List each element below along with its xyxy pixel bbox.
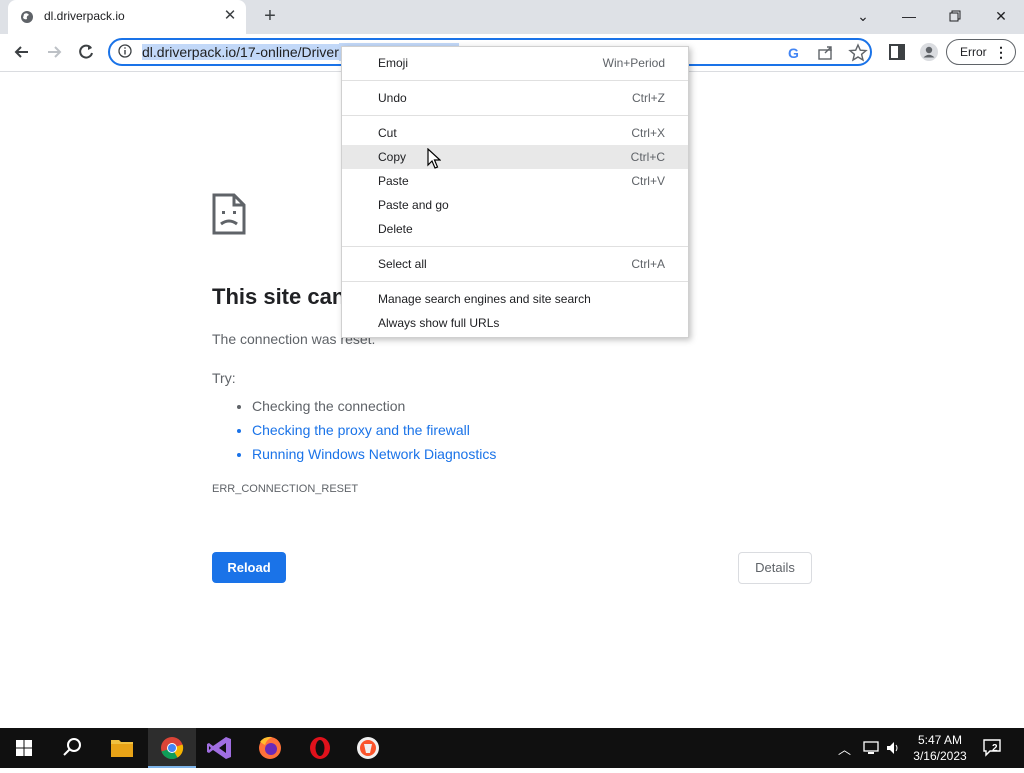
profile-avatar-icon[interactable]: [918, 41, 940, 63]
error-code: ERR_CONNECTION_RESET: [212, 483, 359, 495]
clock-time: 5:47 AM: [917, 733, 963, 747]
details-button[interactable]: Details: [738, 552, 812, 584]
bookmark-star-icon[interactable]: [848, 43, 868, 63]
restore-button[interactable]: [941, 4, 969, 28]
menu-separator: [342, 246, 688, 247]
taskbar-file-explorer[interactable]: [98, 728, 146, 768]
taskbar-firefox[interactable]: [246, 728, 294, 768]
taskbar-search-button[interactable]: [48, 728, 96, 768]
brave-icon: [357, 737, 379, 759]
menu-item-undo[interactable]: Undo Ctrl+Z: [342, 86, 688, 110]
mouse-cursor-icon: [427, 148, 441, 169]
browser-tab[interactable]: dl.driverpack.io ✕: [8, 0, 246, 34]
opera-icon: [310, 737, 330, 759]
menu-item-emoji[interactable]: Emoji Win+Period: [342, 51, 688, 75]
taskbar-opera[interactable]: [296, 728, 344, 768]
close-window-button[interactable]: ✕: [987, 4, 1015, 28]
visual-studio-icon: [207, 737, 231, 759]
taskbar-brave[interactable]: [344, 728, 392, 768]
file-explorer-icon: [111, 740, 133, 757]
globe-icon: [21, 11, 33, 23]
notification-center-button[interactable]: 2: [982, 738, 1004, 758]
page-heading: This site can: [212, 284, 346, 309]
show-hidden-icons-chevron-icon[interactable]: ︿: [838, 739, 856, 757]
menu-item-manage-search-engines[interactable]: Manage search engines and site search: [342, 287, 688, 311]
clock-date: 3/16/2023: [913, 749, 967, 763]
menu-item-copy[interactable]: Copy Ctrl+C: [342, 145, 688, 169]
firefox-icon: [259, 736, 281, 759]
error-label: Error: [960, 45, 987, 59]
taskbar: ︿ 5:47 AM 3/16/2023 2: [0, 728, 1024, 768]
context-menu: Emoji Win+Period Undo Ctrl+Z Cut Ctrl+X …: [341, 46, 689, 338]
menu-item-paste[interactable]: Paste Ctrl+V: [342, 169, 688, 193]
chrome-icon: [161, 737, 184, 760]
kebab-menu-icon: ⋮: [994, 44, 1008, 60]
search-icon: [63, 738, 81, 756]
suggestion-link[interactable]: Running Windows Network Diagnostics: [252, 442, 496, 466]
reload-button[interactable]: Reload: [212, 552, 286, 583]
start-button[interactable]: [0, 728, 48, 768]
minimize-button[interactable]: —: [895, 4, 923, 28]
sad-page-icon: [212, 193, 246, 235]
suggestion-link[interactable]: Checking the proxy and the firewall: [252, 418, 496, 442]
google-lens-icon[interactable]: G: [784, 43, 804, 63]
tab-title: dl.driverpack.io: [44, 9, 125, 23]
taskbar-visual-studio[interactable]: [196, 728, 244, 768]
notification-count: 2: [992, 743, 998, 754]
reload-icon[interactable]: [75, 41, 97, 63]
forward-arrow-icon[interactable]: [43, 41, 65, 63]
back-arrow-icon[interactable]: [11, 41, 33, 63]
share-icon[interactable]: [816, 43, 836, 63]
suggestion-list: Checking the connection Checking the pro…: [212, 394, 496, 466]
svg-text:G: G: [788, 45, 799, 61]
side-panel-icon[interactable]: [886, 41, 908, 63]
info-icon[interactable]: [118, 44, 132, 58]
error-menu-button[interactable]: Error ⋮: [946, 39, 1016, 65]
taskbar-chrome[interactable]: [148, 728, 196, 768]
menu-item-cut[interactable]: Cut Ctrl+X: [342, 121, 688, 145]
windows-start-icon: [16, 740, 32, 756]
menu-item-paste-and-go[interactable]: Paste and go: [342, 193, 688, 217]
volume-icon[interactable]: [884, 739, 902, 757]
tab-search-chevron-icon[interactable]: ⌄: [849, 4, 877, 28]
menu-separator: [342, 281, 688, 282]
try-label: Try:: [212, 370, 236, 386]
menu-item-select-all[interactable]: Select all Ctrl+A: [342, 252, 688, 276]
network-icon[interactable]: [862, 739, 880, 757]
menu-separator: [342, 115, 688, 116]
restore-icon: [949, 10, 961, 22]
tab-strip: dl.driverpack.io ✕ + ⌄ — ✕: [0, 0, 1024, 34]
suggestion-item: Checking the connection: [252, 394, 496, 418]
new-tab-button[interactable]: +: [260, 6, 280, 26]
menu-separator: [342, 80, 688, 81]
menu-item-always-show-full-urls[interactable]: Always show full URLs: [342, 311, 688, 335]
close-tab-icon[interactable]: ✕: [222, 8, 238, 24]
menu-item-delete[interactable]: Delete: [342, 217, 688, 241]
system-clock[interactable]: 5:47 AM 3/16/2023: [904, 732, 976, 764]
